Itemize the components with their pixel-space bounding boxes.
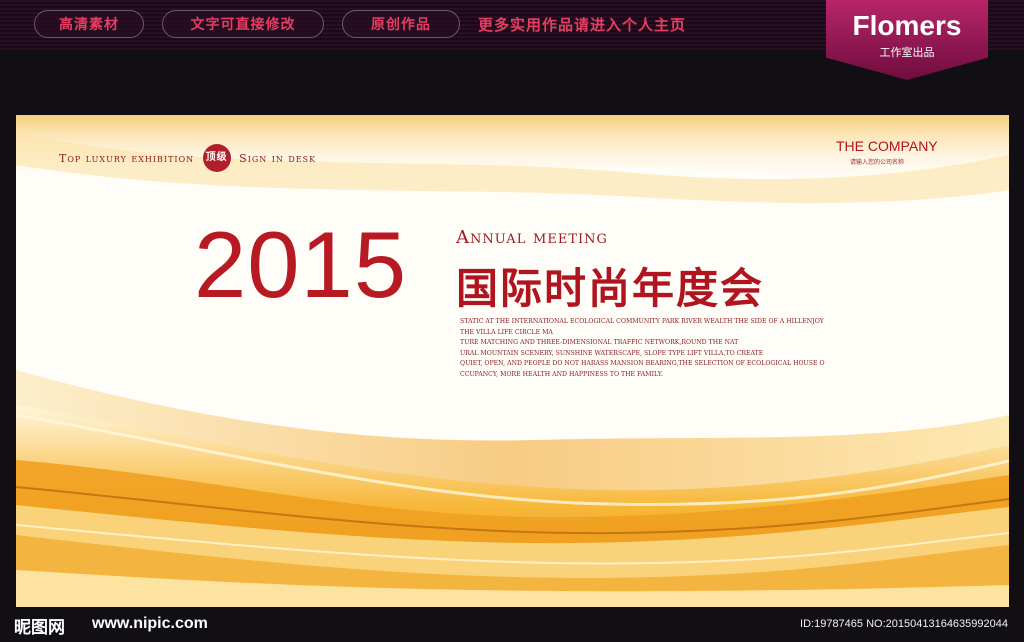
description-line: TURE MATCHING AND THREE-DIMENSIONAL TRAF… <box>460 339 739 347</box>
nav-pill-editable-text[interactable]: 文字可直接修改 <box>162 10 324 38</box>
event-title-chinese: 国际时尚年度会 <box>456 264 765 313</box>
tagline-left: Top luxury exhibition <box>59 151 195 165</box>
description-line: CCUPANCY, MORE HEALTH AND HAPPINESS TO T… <box>460 370 663 378</box>
description-line: STATIC AT THE INTERNATIONAL ECOLOGICAL C… <box>460 318 824 325</box>
poster-canvas: Top luxury exhibition 顶级 Sign in desk TH… <box>16 115 1009 607</box>
description-line: QUIET, OPEN, AND PEOPLE DO NOT HARASS MA… <box>460 360 825 368</box>
promo-link[interactable]: 更多实用作品请进入个人主页 <box>478 14 686 35</box>
top-grade-badge: 顶级 <box>202 144 231 172</box>
brand-subtitle: 工作室出品 <box>879 46 935 59</box>
brand-title: Flomers <box>852 10 962 41</box>
description-line: URAL MOUNTAIN SCENERY, SUNSHINE WATERSCA… <box>460 349 764 357</box>
description-line: THE VILLA LIFE CIRCLE MA <box>460 328 553 336</box>
watermark-logo: 昵图网 <box>14 618 65 638</box>
event-year: 2015 <box>194 212 408 317</box>
nav-pill-label: 原创作品 <box>371 17 431 33</box>
company-name: THE COMPANY <box>836 138 938 154</box>
top-tagline: Top luxury exhibition 顶级 Sign in desk <box>59 144 316 172</box>
brand-logo: Flomers 工作室出品 <box>826 0 988 80</box>
watermark-url[interactable]: www.nipic.com <box>92 615 208 633</box>
company-subtitle: 请输入您的公司名称 <box>850 159 905 166</box>
annual-meeting-heading: Annual meeting <box>456 227 608 248</box>
image-id-label: ID:19787465 NO:20150413164635992044 <box>800 618 1008 630</box>
nav-pill-label: 高清素材 <box>59 17 119 33</box>
tagline-right: Sign in desk <box>239 151 317 165</box>
nav-pill-original-work[interactable]: 原创作品 <box>342 10 460 38</box>
event-description: STATIC AT THE INTERNATIONAL ECOLOGICAL C… <box>460 317 830 381</box>
nav-pill-label: 文字可直接修改 <box>190 17 296 33</box>
nav-pill-hd-material[interactable]: 高清素材 <box>34 10 144 38</box>
